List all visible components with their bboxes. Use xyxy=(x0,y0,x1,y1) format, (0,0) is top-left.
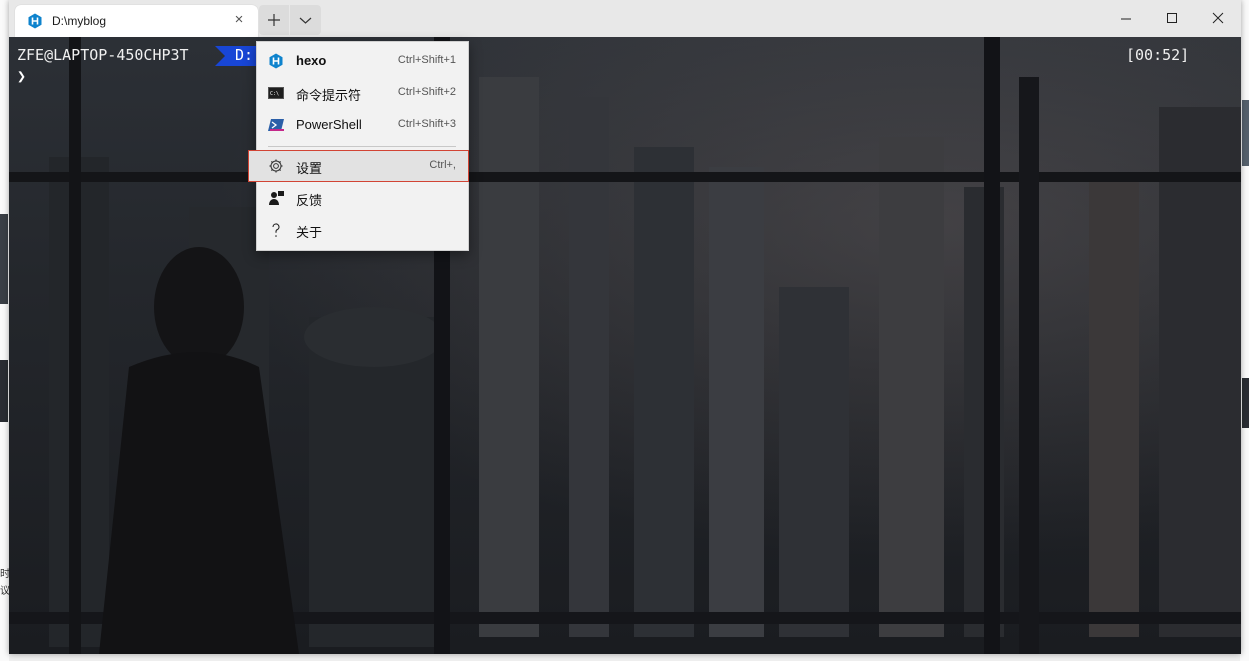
gear-icon xyxy=(269,159,283,173)
maximize-icon xyxy=(1167,13,1177,23)
new-tab-dropdown-button[interactable] xyxy=(290,5,321,35)
question-icon xyxy=(272,223,280,237)
close-tab-icon[interactable]: × xyxy=(229,10,249,30)
terminal-window: D:\myblog × ZFE@LAPTOP-450CHP3T D: ❯ [00… xyxy=(9,0,1241,654)
hexo-icon xyxy=(28,13,42,29)
feedback-icon xyxy=(269,191,284,205)
prompt-clock: [00:52] xyxy=(1126,46,1190,64)
chevron-down-icon xyxy=(299,17,312,24)
plus-icon xyxy=(268,14,280,26)
menu-item-shortcut: Ctrl+Shift+2 xyxy=(397,86,456,98)
title-bar[interactable]: D:\myblog × xyxy=(9,0,1241,37)
background-thumbnail xyxy=(0,360,8,422)
maximize-button[interactable] xyxy=(1149,0,1195,37)
menu-separator xyxy=(268,146,456,147)
menu-item-label: 命令提示符 xyxy=(296,88,362,103)
background-app-left: 时 议 xyxy=(0,0,10,661)
new-tab-button[interactable] xyxy=(259,5,289,35)
menu-item-label: PowerShell xyxy=(296,117,362,132)
hexo-icon xyxy=(269,53,283,69)
cmd-icon: C:\ xyxy=(268,87,284,99)
svg-text:C:\: C:\ xyxy=(270,91,279,97)
menu-item-shortcut: Ctrl+, xyxy=(429,159,456,171)
minimize-button[interactable] xyxy=(1103,0,1149,37)
minimize-icon xyxy=(1121,18,1131,20)
menu-item-label: 设置 xyxy=(296,161,323,176)
menu-item-about[interactable]: 关于 xyxy=(257,215,468,245)
menu-item-shortcut: Ctrl+Shift+3 xyxy=(397,118,456,130)
tab-myblog[interactable]: D:\myblog × xyxy=(15,5,258,37)
city-background-image xyxy=(9,37,1241,654)
menu-item-cmd[interactable]: C:\ 命令提示符 Ctrl+Shift+2 xyxy=(257,78,468,108)
new-tab-dropdown-menu: hexo Ctrl+Shift+1 C:\ 命令提示符 Ctrl+Shift+2… xyxy=(248,41,469,251)
menu-item-feedback[interactable]: 反馈 xyxy=(257,183,468,213)
menu-item-shortcut: Ctrl+Shift+1 xyxy=(397,54,456,66)
menu-item-settings[interactable]: 设置 Ctrl+, xyxy=(248,150,469,182)
menu-item-powershell[interactable]: PowerShell Ctrl+Shift+3 xyxy=(257,110,468,140)
menu-item-label: hexo xyxy=(296,53,327,68)
background-thumbnail xyxy=(1242,378,1249,428)
menu-item-hexo[interactable]: hexo Ctrl+Shift+1 xyxy=(257,46,468,76)
tab-title: D:\myblog xyxy=(52,14,107,28)
prompt-caret: ❯ xyxy=(17,67,27,85)
background-thumbnail xyxy=(0,214,8,304)
powershell-icon xyxy=(268,119,284,131)
menu-item-label: 反馈 xyxy=(296,193,323,208)
background-app-right xyxy=(1240,0,1249,661)
close-window-button[interactable] xyxy=(1195,0,1241,37)
menu-item-label: 关于 xyxy=(296,225,323,240)
background-thumbnail xyxy=(1242,100,1249,166)
close-icon xyxy=(1212,12,1224,24)
terminal-pane[interactable]: ZFE@LAPTOP-450CHP3T D: ❯ [00:52] xyxy=(9,37,1241,654)
prompt-user-host: ZFE@LAPTOP-450CHP3T xyxy=(17,46,189,64)
